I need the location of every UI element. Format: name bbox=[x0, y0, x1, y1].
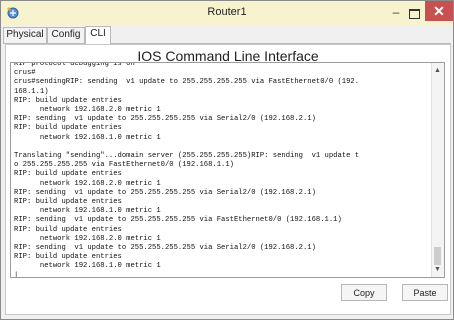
scroll-up-icon[interactable]: ▲ bbox=[434, 67, 441, 74]
close-button[interactable]: ✕ bbox=[425, 1, 453, 21]
title-bar[interactable]: Router1 – ✕ bbox=[1, 1, 453, 25]
cli-console[interactable]: RIP protocol debugging is on crus# crus#… bbox=[10, 62, 445, 278]
maximize-icon bbox=[409, 9, 420, 19]
tab-bar: Physical Config CLI bbox=[3, 26, 451, 44]
copy-button[interactable]: Copy bbox=[341, 284, 387, 301]
tab-physical[interactable]: Physical bbox=[3, 27, 47, 43]
tab-config[interactable]: Config bbox=[47, 27, 85, 43]
console-output[interactable]: RIP protocol debugging is on crus# crus#… bbox=[14, 63, 430, 277]
console-scrollbar[interactable]: ▲ ▼ bbox=[431, 63, 444, 277]
router-window: Router1 – ✕ Physical Config CLI IOS Comm… bbox=[0, 0, 454, 320]
paste-button[interactable]: Paste bbox=[402, 284, 448, 301]
tab-cli[interactable]: CLI bbox=[85, 26, 111, 44]
minimize-button[interactable]: – bbox=[387, 4, 405, 22]
maximize-button[interactable] bbox=[405, 4, 423, 22]
scroll-down-icon[interactable]: ▼ bbox=[434, 266, 441, 273]
scrollbar-thumb[interactable] bbox=[434, 247, 441, 265]
window-title: Router1 bbox=[207, 6, 247, 18]
